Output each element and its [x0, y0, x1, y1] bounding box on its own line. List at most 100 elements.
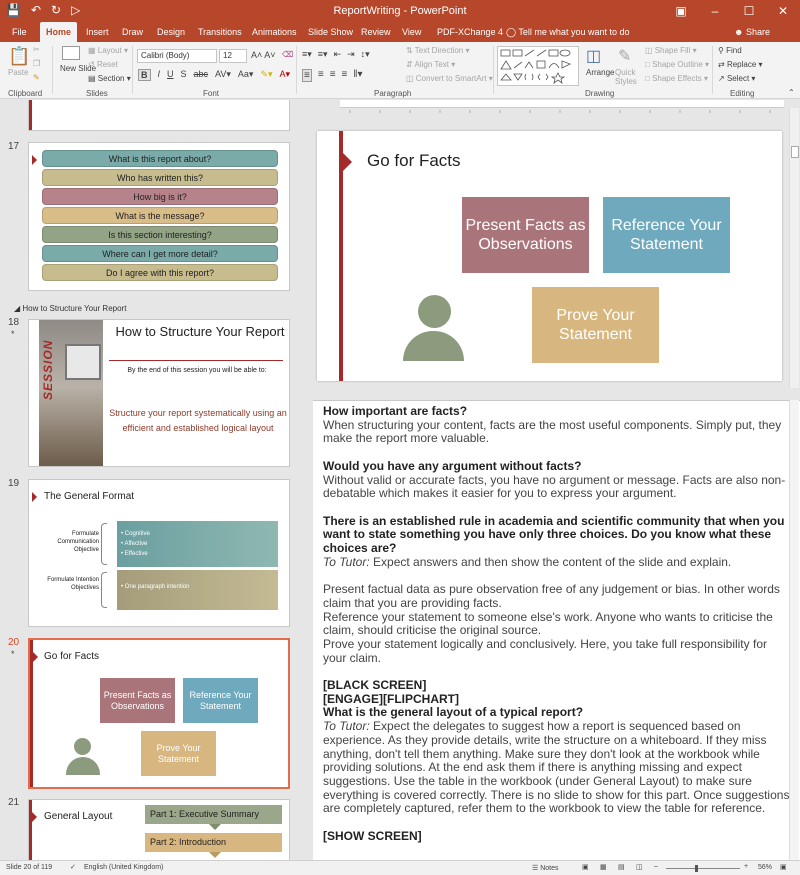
box-reference-statement[interactable]: Reference Your Statement [603, 197, 730, 273]
notes-content[interactable]: How important are facts? When structuring… [323, 404, 790, 843]
language-indicator[interactable]: English (United Kingdom) [84, 864, 163, 871]
numbering-icon[interactable]: ≡▾ [318, 49, 328, 60]
tab-draw[interactable]: Draw [116, 22, 149, 42]
new-slide-icon[interactable] [62, 46, 80, 60]
change-case-button[interactable]: Aa▾ [238, 69, 254, 81]
align-center-icon[interactable]: ≡ [318, 69, 324, 82]
ribbon-display-icon[interactable]: ▣ [664, 0, 698, 22]
font-size-increase-icon[interactable]: A˄ A˅ [251, 50, 276, 60]
slide-thumb-18[interactable]: SESSION How to Structure Your Report By … [28, 319, 290, 467]
normal-view-icon[interactable]: ▣ [582, 863, 589, 871]
section-button[interactable]: ▤ Section ▾ [88, 74, 131, 83]
bold-button[interactable]: B [138, 69, 151, 81]
reset-button[interactable]: ↺ Reset [88, 60, 118, 69]
decrease-indent-icon[interactable]: ⇤ [334, 49, 342, 60]
tab-view[interactable]: View [396, 22, 427, 42]
tab-insert[interactable]: Insert [80, 22, 115, 42]
shape-effects-button[interactable]: □ Shape Effects ▾ [645, 74, 708, 83]
underline-button[interactable]: U [167, 69, 174, 81]
shadow-button[interactable]: S [181, 69, 187, 81]
font-name-select[interactable]: Calibri (Body) [137, 49, 217, 63]
tab-file[interactable]: File [6, 22, 33, 42]
question-bar: Who has written this? [42, 169, 278, 186]
minimize-button[interactable]: – [698, 0, 732, 22]
clear-formatting-icon[interactable]: ⌫ [282, 50, 293, 59]
spelling-icon[interactable]: ✓ [70, 863, 76, 871]
paste-label[interactable]: Paste [8, 68, 28, 77]
text-direction-button[interactable]: ⇅ Text Direction ▾ [406, 46, 470, 55]
paste-icon[interactable]: 📋 [8, 46, 30, 67]
tab-transitions[interactable]: Transitions [192, 22, 248, 42]
notes-pane[interactable]: How important are facts? When structuring… [313, 400, 800, 860]
collapse-section-icon[interactable]: ◢ [14, 304, 20, 313]
close-button[interactable]: ✕ [766, 0, 800, 22]
columns-icon[interactable]: ‖▾ [353, 69, 362, 82]
shapes-gallery[interactable] [497, 46, 579, 86]
layout-button[interactable]: ▦ Layout ▾ [88, 46, 128, 55]
slide-show-icon[interactable]: ◫ [636, 863, 643, 871]
slide-thumbnail-pane[interactable]: 17 What is this report about? Who has wr… [0, 100, 300, 860]
tell-me-text: Tell me what you want to do [518, 27, 630, 37]
increase-indent-icon[interactable]: ⇥ [347, 49, 355, 60]
slide-sorter-icon[interactable]: ▦ [600, 863, 607, 871]
quick-styles-icon[interactable]: ✎ [618, 46, 631, 66]
slide-scrollbar[interactable] [789, 108, 799, 388]
convert-smartart-button[interactable]: ◫ Convert to SmartArt ▾ [406, 74, 493, 83]
align-text-button[interactable]: ⇵ Align Text ▾ [406, 60, 455, 69]
zoom-level[interactable]: 56% [758, 864, 772, 871]
notes-toggle[interactable]: ☰ Notes [532, 864, 559, 872]
quick-styles-label[interactable]: Quick Styles [615, 68, 643, 86]
box-prove-statement[interactable]: Prove Your Statement [532, 287, 659, 363]
tell-me-box[interactable]: ◯ Tell me what you want to do [500, 22, 635, 42]
scroll-thumb[interactable] [791, 146, 799, 158]
replace-button[interactable]: ⇄ Replace ▾ [718, 60, 763, 69]
slide18-body: Structure your report systematically usi… [109, 408, 287, 433]
section-header[interactable]: ◢ How to Structure Your Report [14, 304, 126, 313]
select-button[interactable]: ↗ Select ▾ [718, 74, 755, 83]
box-present-facts[interactable]: Present Facts as Observations [462, 197, 589, 273]
slide18-title: How to Structure Your Report [115, 324, 285, 339]
align-left-icon[interactable]: ≡ [302, 69, 312, 82]
notes-scrollbar[interactable] [789, 400, 799, 860]
align-right-icon[interactable]: ≡ [330, 69, 336, 82]
slide-thumb-17[interactable]: What is this report about? Who has writt… [28, 142, 290, 291]
arrange-label[interactable]: Arrange [586, 68, 614, 77]
shape-outline-button[interactable]: □ Shape Outline ▾ [645, 60, 709, 69]
collapse-ribbon-icon[interactable]: ⌃ [788, 88, 795, 97]
cut-icon[interactable]: ✂ [33, 45, 40, 54]
fit-slide-icon[interactable]: ▣ [780, 863, 787, 871]
tab-review[interactable]: Review [355, 22, 397, 42]
strikethrough-button[interactable]: abc [194, 69, 209, 81]
slide-title[interactable]: Go for Facts [367, 151, 461, 171]
spacing-button[interactable]: AV▾ [215, 69, 231, 81]
slide-thumb-16[interactable] [28, 100, 290, 131]
shape-fill-button[interactable]: ◫ Shape Fill ▾ [645, 46, 697, 55]
arrange-icon[interactable]: ◫ [586, 46, 601, 66]
slide-thumb-20[interactable]: Go for Facts Present Facts as Observatio… [28, 638, 290, 789]
font-color-icon[interactable]: A▾ [280, 69, 291, 81]
justify-icon[interactable]: ≡ [342, 69, 348, 82]
share-button[interactable]: ☻ Share [728, 22, 776, 42]
copy-icon[interactable]: ❐ [33, 59, 40, 68]
bullets-icon[interactable]: ≡▾ [302, 49, 312, 60]
italic-button[interactable]: I [158, 69, 161, 81]
reading-view-icon[interactable]: ▤ [618, 863, 625, 871]
maximize-button[interactable]: ☐ [732, 0, 766, 22]
tab-pdf-xchange[interactable]: PDF-XChange 4 [431, 22, 509, 42]
zoom-out-icon[interactable]: – [654, 863, 658, 870]
main-slide-20[interactable]: Go for Facts Present Facts as Observatio… [317, 131, 782, 381]
tab-design[interactable]: Design [151, 22, 191, 42]
line-spacing-icon[interactable]: ↕▾ [361, 49, 370, 60]
slide-thumb-21[interactable]: General Layout Part 1: Executive Summary… [28, 799, 290, 860]
highlight-color-icon[interactable]: ✎▾ [260, 69, 272, 81]
font-size-select[interactable]: 12 [219, 49, 247, 63]
tab-animations[interactable]: Animations [246, 22, 303, 42]
zoom-in-icon[interactable]: + [744, 863, 748, 870]
zoom-slider[interactable] [666, 865, 740, 872]
tab-home[interactable]: Home [40, 22, 78, 42]
find-button[interactable]: ⚲ Find [718, 46, 742, 55]
slide-thumb-19[interactable]: The General Format Formulate Communicati… [28, 479, 290, 627]
format-painter-icon[interactable]: ✎ [33, 73, 40, 82]
tab-slide-show[interactable]: Slide Show [302, 22, 359, 42]
zoom-slider-thumb[interactable] [695, 865, 698, 872]
